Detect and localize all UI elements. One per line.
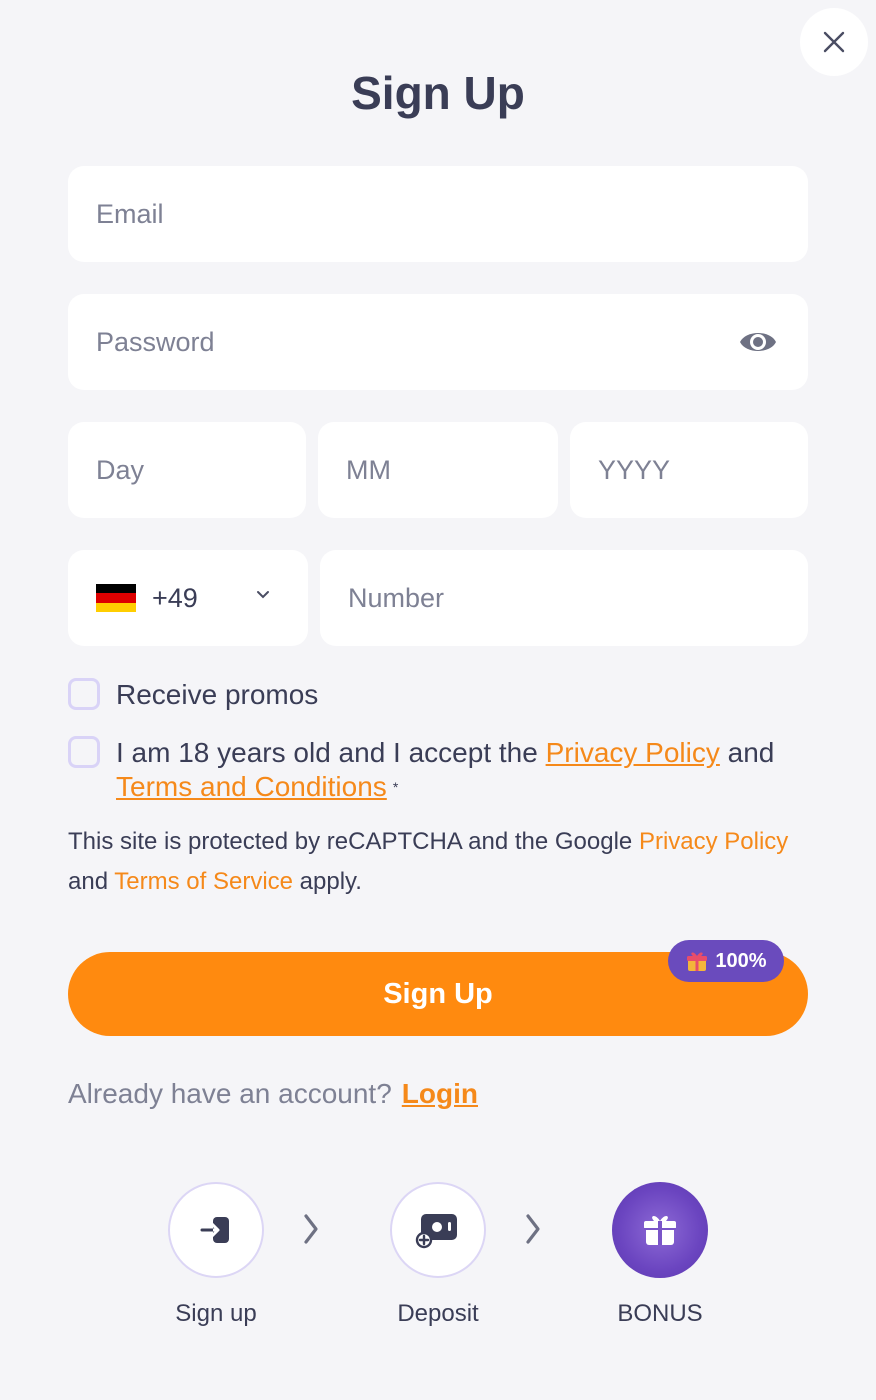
terms-label: I am 18 years old and I accept the Priva… bbox=[116, 736, 774, 804]
gift-icon bbox=[687, 952, 708, 971]
login-prompt-row: Already have an account? Login bbox=[68, 1078, 478, 1110]
chevron-right-icon bbox=[304, 1214, 318, 1244]
year-field-container bbox=[570, 422, 808, 518]
month-field-container bbox=[318, 422, 558, 518]
email-field-container bbox=[68, 166, 808, 262]
recaptcha-text-2: and bbox=[68, 868, 115, 895]
terms-row: I am 18 years old and I accept the Priva… bbox=[68, 736, 808, 804]
gift-icon bbox=[644, 1216, 676, 1245]
dial-code: +49 bbox=[152, 582, 198, 613]
wallet-icon bbox=[415, 1214, 457, 1249]
month-input[interactable] bbox=[346, 422, 558, 518]
phone-number-container bbox=[320, 550, 808, 646]
recaptcha-notice: This site is protected by reCAPTCHA and … bbox=[68, 822, 828, 902]
bonus-badge-text: 100% bbox=[715, 949, 767, 972]
step-deposit-label: Deposit bbox=[397, 1300, 479, 1327]
password-toggle-button[interactable] bbox=[738, 324, 778, 360]
step-signup bbox=[168, 1182, 264, 1278]
terms-conditions-link[interactable]: Terms and Conditions bbox=[116, 771, 387, 802]
step-deposit bbox=[390, 1182, 486, 1278]
year-input[interactable] bbox=[598, 422, 808, 518]
day-input[interactable] bbox=[96, 422, 306, 518]
terms-prefix-text: I am 18 years old and I accept the bbox=[116, 737, 546, 768]
chevron-down-icon bbox=[257, 591, 269, 599]
recaptcha-text-3: apply. bbox=[293, 868, 362, 895]
promos-label: Receive promos bbox=[116, 679, 319, 710]
google-privacy-link[interactable]: Privacy Policy bbox=[639, 828, 788, 855]
chevron-right-icon bbox=[526, 1214, 540, 1244]
email-input[interactable] bbox=[96, 166, 808, 262]
required-mark: * bbox=[392, 779, 399, 795]
germany-flag-icon bbox=[96, 584, 136, 612]
recaptcha-text-1: This site is protected by reCAPTCHA and … bbox=[68, 828, 639, 855]
signup-modal: Sign Up +49 bbox=[0, 0, 876, 1400]
sign-in-icon bbox=[200, 1217, 229, 1243]
promos-checkbox[interactable] bbox=[68, 678, 100, 710]
phone-number-input[interactable] bbox=[348, 550, 808, 646]
password-field-container bbox=[68, 294, 808, 390]
bonus-badge: 100% bbox=[668, 940, 784, 982]
google-terms-link[interactable]: Terms of Service bbox=[114, 868, 293, 895]
privacy-policy-link[interactable]: Privacy Policy bbox=[546, 737, 720, 768]
day-field-container bbox=[68, 422, 306, 518]
password-input[interactable] bbox=[96, 294, 716, 390]
terms-checkbox[interactable] bbox=[68, 736, 100, 768]
promos-row: Receive promos bbox=[68, 678, 318, 712]
step-bonus bbox=[612, 1182, 708, 1278]
login-prompt: Already have an account? bbox=[68, 1078, 392, 1109]
signup-button-label: Sign Up bbox=[383, 977, 493, 1010]
step-signup-label: Sign up bbox=[175, 1300, 257, 1327]
page-title: Sign Up bbox=[351, 67, 525, 119]
terms-middle-text: and bbox=[719, 737, 775, 768]
close-icon bbox=[823, 31, 845, 53]
login-link[interactable]: Login bbox=[402, 1078, 478, 1110]
eye-icon bbox=[740, 333, 776, 351]
country-code-select[interactable]: +49 bbox=[68, 550, 308, 646]
step-bonus-label: BONUS bbox=[617, 1300, 703, 1327]
